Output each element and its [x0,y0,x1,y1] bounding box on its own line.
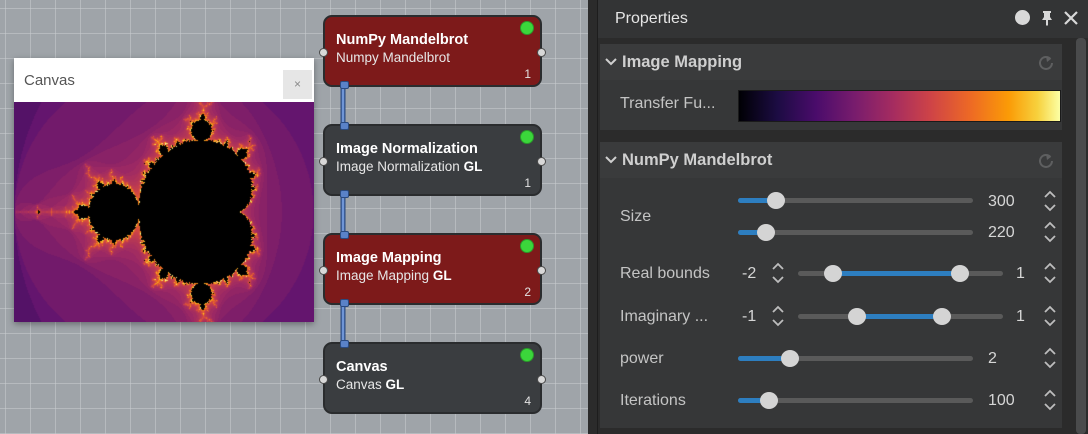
real-bounds-max-spinner-icon[interactable] [1043,260,1057,286]
properties-content: Image Mapping Transfer Fu... NumPy Mande… [600,38,1062,434]
section-body-numpy-mandelbrot [600,178,1062,428]
slider-handle-max[interactable] [932,308,951,325]
input-port[interactable] [319,266,328,275]
canvas-close-button[interactable]: × [283,70,312,99]
power-label: power [620,350,664,367]
network-editor[interactable]: NumPy Mandelbrot Numpy Mandelbrot 1 Imag… [0,0,588,434]
size-label: Size [620,208,652,225]
node-image-mapping[interactable]: Image Mapping Image Mapping GL 2 [319,231,546,307]
output-port[interactable] [537,266,546,275]
image-output-port[interactable] [340,190,349,198]
node-number: 4 [524,394,531,408]
imaginary-bounds-range-slider[interactable] [798,308,1003,325]
panel-title: Properties [615,10,688,27]
slider-handle[interactable] [759,392,778,409]
input-port[interactable] [319,375,328,384]
slider-handle[interactable] [766,192,785,209]
node-subtitle: Image Mapping GL [336,268,452,283]
node-title: Canvas [336,359,388,375]
real-bounds-label: Real bounds [620,265,710,282]
canvas-title: Canvas [24,72,75,89]
size-width-slider[interactable] [738,192,973,209]
output-port[interactable] [537,48,546,57]
mandelbrot-render[interactable] [14,102,314,322]
size-width-value: 300 [988,193,1015,210]
transfer-function-label: Transfer Fu... [620,95,716,112]
image-input-port[interactable] [340,122,349,130]
slider-handle-min[interactable] [823,265,842,282]
input-port[interactable] [319,157,328,166]
iterations-slider[interactable] [738,392,973,409]
panel-header: Properties [598,0,1088,38]
node-number: 1 [524,67,531,81]
size-height-slider[interactable] [738,224,973,241]
chevron-down-icon[interactable] [604,153,618,167]
node-numpy-mandelbrot[interactable]: NumPy Mandelbrot Numpy Mandelbrot 1 [319,15,546,89]
output-port[interactable] [537,157,546,166]
slider-fill [832,271,960,276]
pin-icon[interactable] [1038,9,1056,27]
node-canvas[interactable]: Canvas Canvas GL 4 [319,340,546,414]
iterations-value: 100 [988,392,1015,409]
image-output-port[interactable] [340,81,349,89]
node-title: NumPy Mandelbrot [336,32,469,48]
reset-icon[interactable] [1036,151,1056,171]
chevron-down-icon[interactable] [604,55,618,69]
real-bounds-min: -2 [742,265,757,282]
reset-icon[interactable] [1036,53,1056,73]
node-number: 2 [524,285,531,299]
power-spinner-icon[interactable] [1043,345,1057,371]
section-header-image-mapping[interactable]: Image Mapping [600,44,1062,80]
node-number: 1 [524,176,531,190]
status-indicator-icon [520,21,534,35]
canvas-window[interactable]: Canvas × [14,58,314,322]
slider-fill [857,314,942,319]
node-title: Image Mapping [336,250,442,266]
size-height-spinner-icon[interactable] [1043,219,1057,245]
input-port[interactable] [319,48,328,57]
node-subtitle: Image Normalization GL [336,159,483,174]
section-title: NumPy Mandelbrot [622,151,773,169]
node-subtitle: Canvas GL [336,377,405,392]
close-icon[interactable] [1062,9,1080,27]
section-header-numpy-mandelbrot[interactable]: NumPy Mandelbrot [600,142,1062,178]
real-bounds-min-spinner-icon[interactable] [771,260,785,286]
imaginary-bounds-min: -1 [742,308,757,325]
slider-handle-max[interactable] [950,265,969,282]
scrollbar-thumb[interactable] [1076,38,1086,434]
image-input-port[interactable] [340,340,349,348]
iterations-spinner-icon[interactable] [1043,387,1057,413]
imaginary-bounds-max: 1 [1016,308,1025,325]
iterations-label: Iterations [620,392,686,409]
imaginary-bounds-min-spinner-icon[interactable] [771,303,785,329]
node-subtitle: Numpy Mandelbrot [336,50,451,65]
section-title: Image Mapping [622,53,743,71]
status-indicator-icon [520,348,534,362]
canvas-titlebar[interactable]: Canvas × [14,58,314,102]
node-title: Image Normalization [336,141,478,157]
output-port[interactable] [537,375,546,384]
real-bounds-max: 1 [1016,265,1025,282]
properties-panel: Properties Image Mapping Transfer Fu... … [588,0,1088,434]
real-bounds-range-slider[interactable] [798,265,1003,282]
node-image-normalization[interactable]: Image Normalization Image Normalization … [319,122,546,198]
imaginary-bounds-max-spinner-icon[interactable] [1043,303,1057,329]
size-width-spinner-icon[interactable] [1043,188,1057,214]
status-indicator-icon [520,239,534,253]
circle-icon[interactable] [1015,10,1030,25]
image-output-port[interactable] [340,299,349,307]
power-value: 2 [988,350,997,367]
image-input-port[interactable] [340,231,349,239]
status-indicator-icon [520,130,534,144]
slider-handle[interactable] [780,350,799,367]
imaginary-bounds-label: Imaginary ... [620,308,709,325]
transfer-function-colormap[interactable] [738,90,1061,122]
size-height-value: 220 [988,224,1015,241]
power-slider[interactable] [738,350,973,367]
panel-splitter[interactable] [588,0,598,434]
